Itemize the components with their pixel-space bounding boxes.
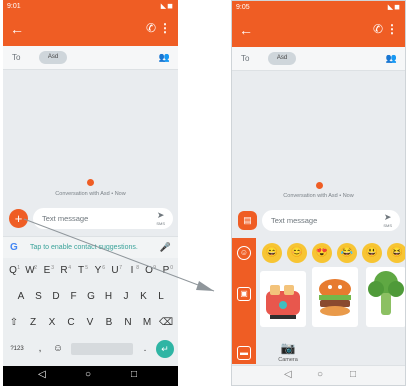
navigation-bar: ◁ ○ □ bbox=[232, 365, 405, 385]
send-icon: ➤ bbox=[383, 212, 392, 222]
gallery-category-icon[interactable]: ▬ bbox=[237, 346, 251, 360]
emoji-smile[interactable]: 😊 bbox=[287, 243, 307, 263]
emoji-row: 😄 😊 😍 😂 😃 😆 bbox=[259, 243, 405, 265]
message-placeholder: Text message bbox=[271, 216, 318, 225]
burger-sticker-icon bbox=[319, 279, 351, 316]
sticker-broccoli[interactable] bbox=[366, 267, 405, 327]
app-bar: ← ✆ ⋮ bbox=[232, 15, 405, 47]
emoji-laughing-tears[interactable]: 😂 bbox=[337, 243, 357, 263]
right-phone-screen: 9:05 ◣◼ ← ✆ ⋮ To Asd 👥 Conversation with… bbox=[231, 0, 406, 386]
camera-icon: 📷 bbox=[280, 341, 296, 355]
conversation-area: Conversation with Asd • Now bbox=[232, 72, 405, 207]
emoji-big-grin[interactable]: 😃 bbox=[362, 243, 382, 263]
back-arrow-icon[interactable]: ← bbox=[239, 22, 253, 38]
status-time: 9:05 bbox=[236, 4, 250, 11]
message-input[interactable]: Text message ➤ SMS bbox=[262, 210, 400, 231]
sticker-toaster[interactable] bbox=[260, 271, 306, 327]
emoji-grin[interactable]: 😄 bbox=[262, 243, 282, 263]
camera-label: Camera bbox=[278, 357, 298, 363]
keyboard-toggle-button[interactable]: ▤ bbox=[238, 211, 257, 230]
recipient-chip[interactable]: Asd bbox=[268, 52, 296, 65]
toaster-sticker-icon bbox=[266, 285, 300, 319]
nav-home-icon[interactable]: ○ bbox=[317, 369, 323, 380]
recipient-bar: To Asd 👥 bbox=[232, 47, 405, 71]
status-icons: ◣◼ bbox=[387, 4, 401, 11]
emoji-category-icon[interactable]: ☺ bbox=[237, 246, 251, 260]
sticker-category-icon[interactable]: ▣ bbox=[237, 287, 251, 301]
emoji-heart-eyes[interactable]: 😍 bbox=[312, 243, 332, 263]
broccoli-sticker-icon bbox=[368, 271, 404, 315]
nav-recents-icon[interactable]: □ bbox=[350, 369, 356, 380]
phone-call-icon[interactable]: ✆ bbox=[373, 22, 383, 36]
status-bar: 9:05 ◣◼ bbox=[232, 1, 405, 15]
emoji-squint-grin[interactable]: 😆 bbox=[387, 243, 405, 263]
camera-button[interactable]: 📷 Camera bbox=[269, 339, 307, 367]
sticker-burger[interactable] bbox=[312, 267, 358, 327]
send-button[interactable]: ➤ SMS bbox=[383, 212, 392, 228]
more-options-icon[interactable]: ⋮ bbox=[386, 22, 398, 36]
conversation-dot-icon bbox=[316, 182, 323, 189]
sms-label: SMS bbox=[383, 223, 392, 228]
nav-back-icon[interactable]: ◁ bbox=[284, 369, 292, 380]
conversation-note: Conversation with Asd • Now bbox=[283, 193, 354, 199]
to-label: To bbox=[241, 54, 250, 63]
add-people-icon[interactable]: 👥 bbox=[386, 53, 397, 64]
compose-bar: ▤ Text message ➤ SMS bbox=[232, 208, 405, 234]
emoji-category-bar: ☺ ▣ ▬ bbox=[232, 238, 256, 364]
